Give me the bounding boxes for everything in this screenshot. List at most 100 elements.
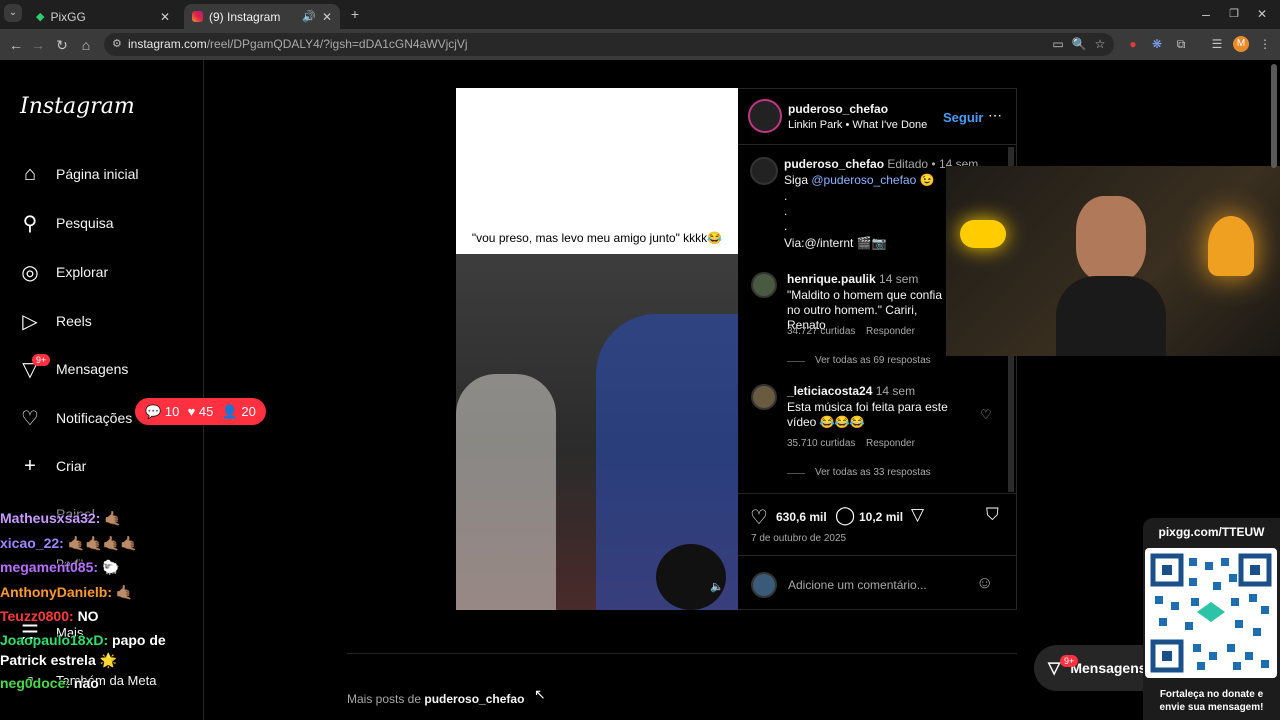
streamer-body-shape xyxy=(1056,276,1166,356)
comments-count: 10,2 mil xyxy=(859,510,904,524)
reload-icon[interactable]: ↻ xyxy=(52,35,72,55)
reading-list-icon[interactable]: ☰ xyxy=(1209,36,1225,52)
browser-tab-bar: ⌄ ◆ PixGG ✕ (9) Instagram 🔊 ✕ + – ❐ ✕ xyxy=(0,0,1280,29)
comment-input[interactable]: Adicione um comentário... xyxy=(788,578,927,592)
like-icon[interactable]: ♡ xyxy=(750,505,768,530)
save-bookmark-icon[interactable]: ⛉ xyxy=(986,505,999,525)
comment-icon[interactable]: ◯ xyxy=(835,505,855,526)
more-posts-heading: Mais posts de puderoso_chefao xyxy=(347,692,525,706)
mouse-cursor-icon: ↖ xyxy=(534,686,546,702)
chat-message: Matheusxsa32: 🤙🏽 xyxy=(0,510,122,526)
chat-message: Teuzz0800: NO xyxy=(0,608,99,624)
follow-button[interactable]: Seguir xyxy=(943,110,983,125)
more-options-icon[interactable]: ⋯ xyxy=(988,107,1002,124)
tab-search-icon[interactable]: ⌄ xyxy=(4,4,22,22)
commenter-avatar[interactable] xyxy=(751,384,777,410)
video-caption-text: "vou preso, mas levo meu amigo junto" kk… xyxy=(471,231,723,245)
mute-icon[interactable]: 🔈 xyxy=(710,580,724,593)
nav-create[interactable]: + Criar xyxy=(18,450,86,482)
comment-likes[interactable]: 35.710 curtidas xyxy=(787,438,855,449)
extension-icon[interactable]: ❋ xyxy=(1149,36,1165,52)
view-replies-link[interactable]: Ver todas as 69 respostas xyxy=(815,355,931,366)
streamer-webcam xyxy=(946,166,1280,356)
mention-link[interactable]: @puderoso_chefao xyxy=(811,173,916,187)
forward-icon[interactable]: → xyxy=(28,35,48,55)
likes-count[interactable]: 630,6 mil xyxy=(776,510,827,524)
reels-icon: ▷ xyxy=(22,310,38,333)
qr-code-graphic xyxy=(1150,553,1272,673)
profile-avatar[interactable]: M xyxy=(1233,36,1249,52)
like-comment-icon[interactable]: ♡ xyxy=(980,407,992,423)
home-icon: ⌂ xyxy=(23,162,37,185)
share-icon[interactable]: ▽ xyxy=(911,505,924,525)
cast-icon[interactable]: ▭ xyxy=(1050,36,1066,52)
page-scrollbar[interactable] xyxy=(1271,64,1277,168)
nav-reels[interactable]: ▷ Reels xyxy=(18,305,92,337)
view-replies-link[interactable]: Ver todas as 33 respostas xyxy=(815,467,931,478)
like-count-badge: ♥ 45 xyxy=(187,404,214,419)
url-bar[interactable]: ⚙ instagram.com/reel/DPgamQDALY4/?igsh=d… xyxy=(104,33,1114,56)
close-tab-icon[interactable]: ✕ xyxy=(322,10,332,24)
extensions-puzzle-icon[interactable]: ⧉ xyxy=(1173,36,1189,52)
home-icon[interactable]: ⌂ xyxy=(76,35,96,55)
nav-home[interactable]: ⌂ Página inicial xyxy=(18,158,139,190)
audio-playing-icon[interactable]: 🔊 xyxy=(302,10,316,23)
author-username[interactable]: puderoso_chefao xyxy=(788,102,888,116)
emoji-icon[interactable]: ☺ xyxy=(976,573,993,593)
section-divider xyxy=(347,653,1017,654)
caption-via: Via:@/internt 🎬📷 xyxy=(784,236,887,250)
lamp-light-shape xyxy=(1208,216,1254,276)
tab-pixgg[interactable]: ◆ PixGG ✕ xyxy=(28,4,178,29)
comment-text: Esta música foi feita para este vídeo 😂😂… xyxy=(787,400,948,429)
post-date: 7 de outubro de 2025 xyxy=(751,533,847,544)
audio-track[interactable]: Linkin Park • What I've Done xyxy=(788,119,927,131)
minimize-icon[interactable]: – xyxy=(1196,4,1216,24)
chat-message: xicao_22: 🤙🏽🤙🏽🤙🏽🤙🏽 xyxy=(0,535,138,551)
comment-likes[interactable]: 34.727 curtidas xyxy=(787,326,855,337)
restore-icon[interactable]: ❐ xyxy=(1224,4,1244,24)
pixgg-url: pixgg.com/TTEUW xyxy=(1158,525,1265,539)
commenter-avatar[interactable] xyxy=(751,272,777,298)
header-divider xyxy=(738,144,1017,145)
comment-header: _leticiacosta24 14 sem xyxy=(787,384,916,398)
nav-search[interactable]: ⚲ Pesquisa xyxy=(18,207,114,239)
video-plate-shape xyxy=(656,544,726,610)
comment-header: henrique.paulik 14 sem xyxy=(787,272,919,286)
nav-notifications[interactable]: ♡ Notificações xyxy=(18,402,132,434)
browser-menu-icon[interactable]: ⋮ xyxy=(1257,36,1273,52)
input-divider xyxy=(738,555,1017,556)
reel-video[interactable]: "vou preso, mas levo meu amigo junto" kk… xyxy=(456,88,738,610)
caption-avatar[interactable] xyxy=(750,157,778,185)
messages-floating-button[interactable]: ▽ Mensagens xyxy=(1034,645,1147,691)
close-tab-icon[interactable]: ✕ xyxy=(160,10,170,24)
pixgg-cta: Fortaleça no donate e envie sua mensagem… xyxy=(1159,689,1264,713)
chat-message: neg0doce: nao xyxy=(0,675,99,691)
qr-code xyxy=(1145,548,1277,678)
reply-button[interactable]: Responder xyxy=(866,438,915,449)
zoom-icon[interactable]: 🔍 xyxy=(1071,36,1087,52)
pix-logo-icon xyxy=(1197,602,1225,622)
back-icon[interactable]: ← xyxy=(6,35,26,55)
address-toolbar: ← → ↻ ⌂ ⚙ instagram.com/reel/DPgamQDALY4… xyxy=(0,29,1280,60)
streamer-face-shape xyxy=(1076,196,1146,282)
bookmark-star-icon[interactable]: ☆ xyxy=(1092,36,1108,52)
instagram-logo[interactable]: Instagram xyxy=(20,94,135,119)
author-avatar[interactable] xyxy=(748,99,782,133)
extension-icon[interactable]: ● xyxy=(1125,36,1141,52)
site-info-icon[interactable]: ⚙ xyxy=(112,33,122,56)
reply-button[interactable]: Responder xyxy=(866,326,915,337)
pixgg-favicon-icon: ◆ xyxy=(36,11,45,23)
replies-line xyxy=(787,473,805,474)
messages-badge: 9+ xyxy=(32,354,51,366)
chat-message: AnthonyDanielb: 🤙🏽 xyxy=(0,584,134,600)
tab-instagram[interactable]: (9) Instagram 🔊 ✕ xyxy=(184,4,340,29)
video-frame[interactable]: 🔈 xyxy=(456,254,738,610)
actions-divider xyxy=(738,493,1017,494)
follower-count-badge: 👤 20 xyxy=(221,403,256,419)
nav-explore[interactable]: ◎ Explorar xyxy=(18,256,108,288)
notification-summary-pill[interactable]: 💬 10 ♥ 45 👤 20 xyxy=(135,398,266,425)
search-icon: ⚲ xyxy=(22,212,38,235)
chat-message: megament085: 🐑 xyxy=(0,559,120,575)
new-tab-button[interactable]: + xyxy=(345,4,365,24)
window-close-icon[interactable]: ✕ xyxy=(1252,4,1272,24)
